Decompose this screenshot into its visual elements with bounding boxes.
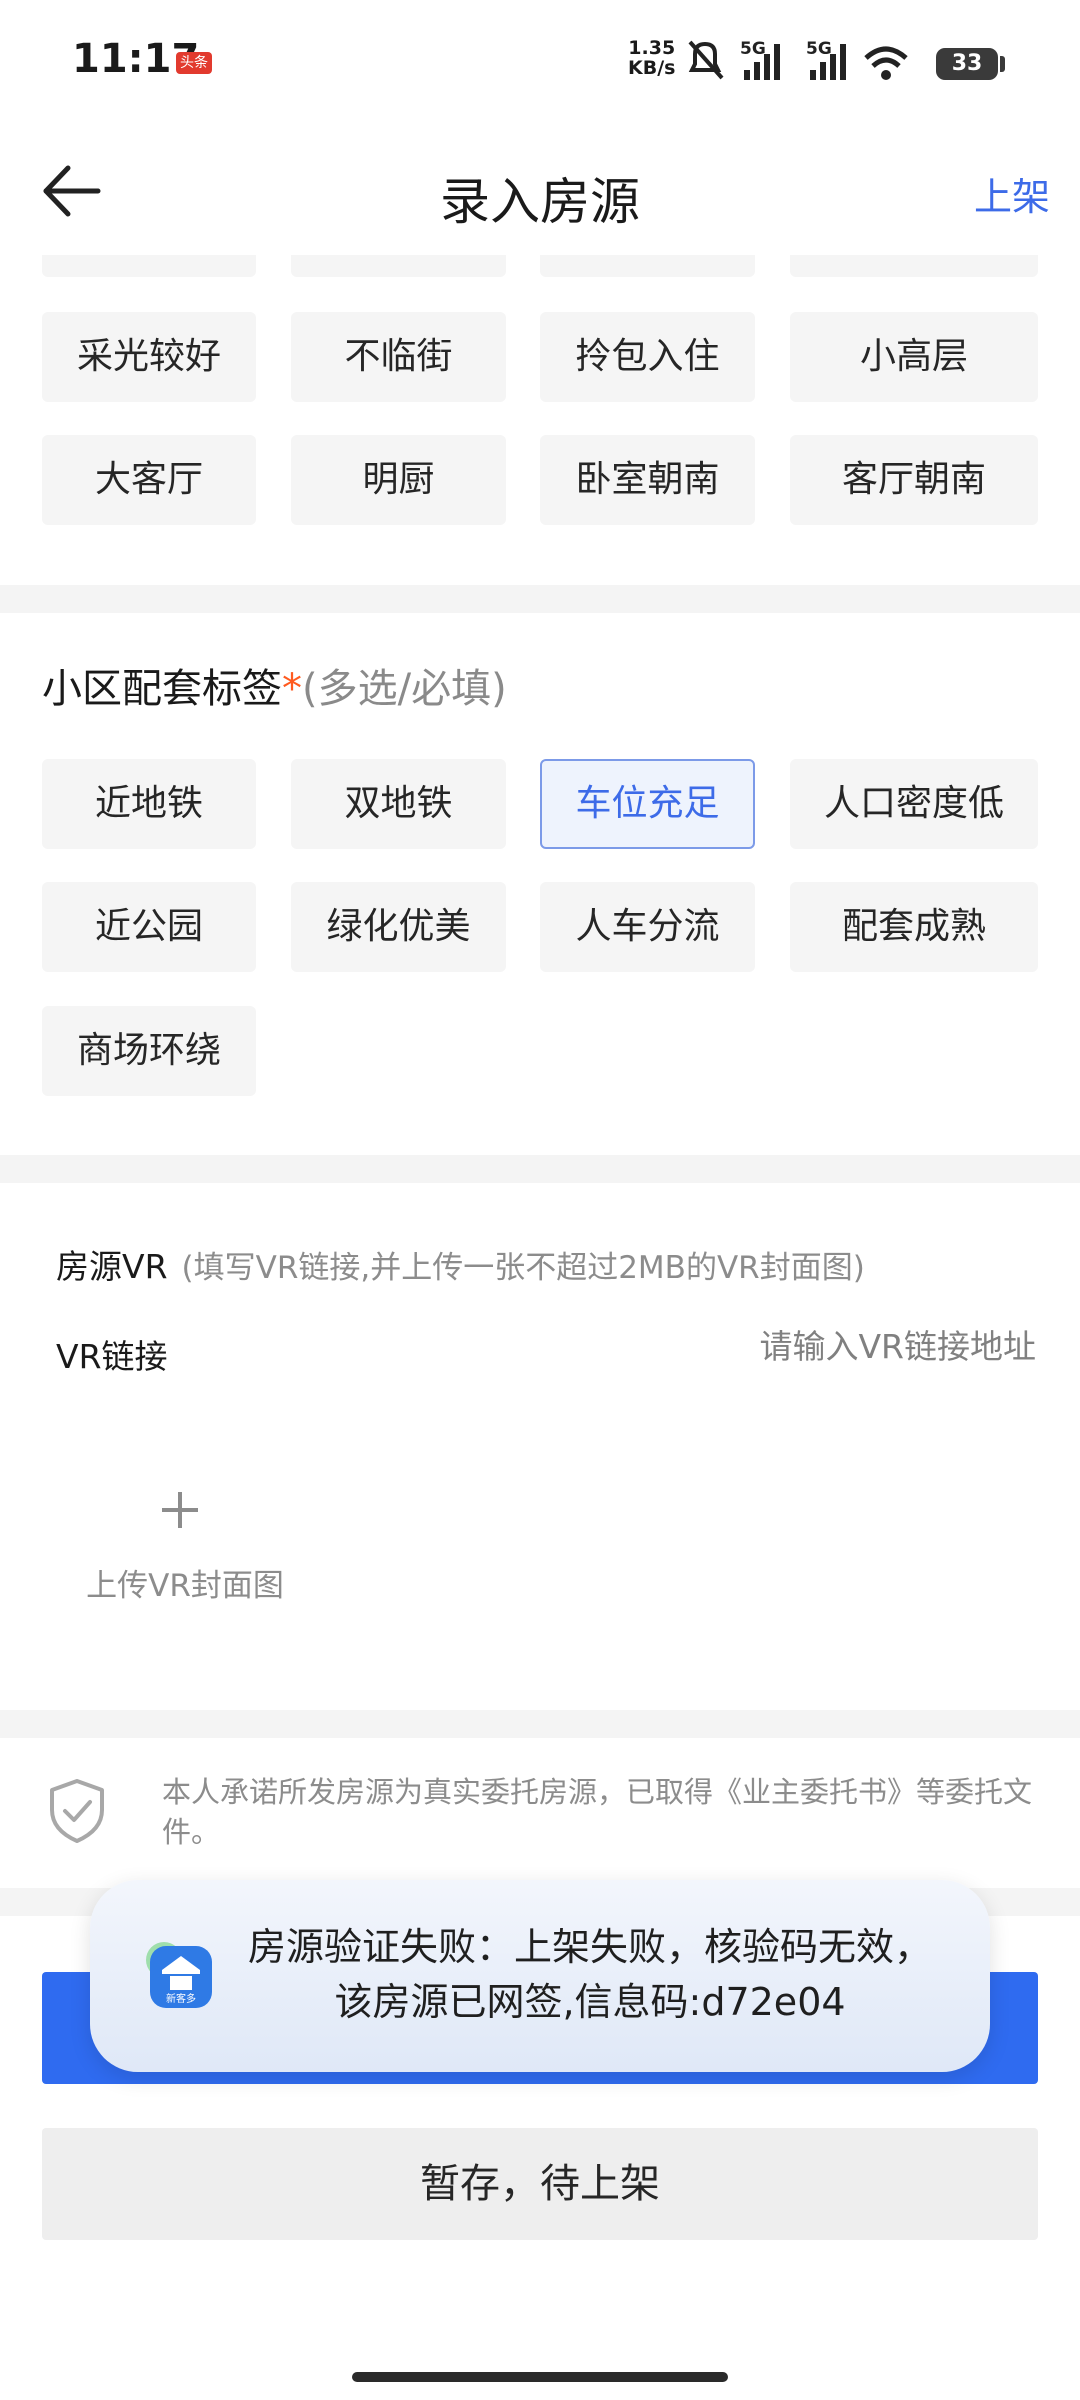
house-tag-chip[interactable]: 卧室朝南	[540, 435, 755, 525]
status-icons: 5G 5G	[688, 39, 908, 80]
section-divider	[0, 585, 1080, 613]
vr-section-title: 房源VR (填写VR链接,并上传一张不超过2MB的VR封面图)	[56, 1240, 865, 1288]
toast-line-1: 房源验证失败：上架失败，核验码无效，	[247, 1925, 932, 1969]
community-tag-chip[interactable]: 人口密度低	[790, 759, 1038, 849]
battery-indicator: 33	[936, 48, 998, 80]
house-tag-chip[interactable]: 客厅朝南	[790, 435, 1038, 525]
status-bar: 11:17 头条 1.35 KB/s 5G 5G 33	[0, 0, 1080, 120]
tag-chip-partial[interactable]	[790, 255, 1038, 277]
signal-5g-icon: 5G	[740, 39, 780, 80]
vr-link-input[interactable]	[614, 1326, 1038, 1367]
community-tag-chip[interactable]: 近地铁	[42, 759, 256, 849]
house-tag-chip[interactable]: 不临街	[291, 312, 506, 402]
community-tag-chip-selected[interactable]: 车位充足	[540, 759, 755, 849]
shield-check-icon	[50, 1779, 104, 1843]
section-divider	[0, 1710, 1080, 1738]
tag-chip-partial[interactable]	[540, 255, 755, 277]
wifi-icon	[864, 46, 908, 80]
tag-chip-partial[interactable]	[291, 255, 506, 277]
community-tag-chip[interactable]: 双地铁	[291, 759, 506, 849]
house-tag-chip[interactable]: 大客厅	[42, 435, 256, 525]
network-speed-value: 1.35	[628, 37, 676, 59]
svg-text:新客多: 新客多	[166, 1992, 196, 2005]
vr-title-text: 房源VR	[56, 1247, 168, 1286]
app-notification-badge: 头条	[176, 52, 212, 74]
page-header: 录入房源 上架	[0, 120, 1080, 260]
publish-button[interactable]: 上架	[974, 166, 1050, 221]
house-tag-chip[interactable]: 小高层	[790, 312, 1038, 402]
svg-text:5G: 5G	[740, 39, 766, 59]
signal-5g-icon: 5G	[806, 39, 846, 80]
section-divider	[0, 1155, 1080, 1183]
community-tags-title: 小区配套标签*(多选/必填)	[42, 656, 507, 714]
community-tag-chip[interactable]: 绿化优美	[291, 882, 506, 972]
tag-chip-partial[interactable]	[42, 255, 256, 277]
toast-message: 房源验证失败：上架失败，核验码无效， 该房源已网签,信息码:d72e04	[220, 1920, 960, 2030]
svg-text:5G: 5G	[806, 39, 832, 59]
upload-vr-label: 上传VR封面图	[86, 1568, 284, 1604]
promise-text: 本人承诺所发房源为真实委托房源，已取得《业主委托书》等委托文件。	[162, 1775, 1033, 1849]
community-tag-chip[interactable]: 商场环绕	[42, 1006, 256, 1096]
upload-vr-cover-button[interactable]: 上传VR封面图	[70, 1480, 300, 1630]
error-toast: 新客多 房源验证失败：上架失败，核验码无效， 该房源已网签,信息码:d72e04	[90, 1880, 990, 2072]
network-speed-unit: KB/s	[628, 57, 676, 79]
community-tag-chip[interactable]: 人车分流	[540, 882, 755, 972]
toast-line-2: 该房源已网签,信息码:d72e04	[334, 1980, 846, 2024]
plus-icon	[162, 1492, 198, 1528]
network-speed: 1.35 KB/s	[628, 38, 675, 78]
house-tag-chip[interactable]: 采光较好	[42, 312, 256, 402]
mute-bell-icon	[688, 40, 724, 80]
save-draft-button[interactable]: 暂存，待上架	[42, 2128, 1038, 2240]
house-tag-chip[interactable]: 明厨	[291, 435, 506, 525]
home-indicator[interactable]	[352, 2372, 728, 2382]
battery-cap	[1000, 56, 1005, 72]
house-tag-chip[interactable]: 拎包入住	[540, 312, 755, 402]
community-tag-chip[interactable]: 配套成熟	[790, 882, 1038, 972]
app-logo-icon: 新客多	[146, 1942, 212, 2008]
vr-hint: (填写VR链接,并上传一张不超过2MB的VR封面图)	[181, 1250, 865, 1286]
page-title: 录入房源	[440, 173, 640, 231]
vr-link-label: VR链接	[56, 1337, 168, 1376]
section-title-text: 小区配套标签	[42, 666, 282, 712]
required-mark: *	[282, 666, 302, 712]
community-tag-chip[interactable]: 近公园	[42, 882, 256, 972]
section-hint: (多选/必填)	[302, 666, 507, 712]
